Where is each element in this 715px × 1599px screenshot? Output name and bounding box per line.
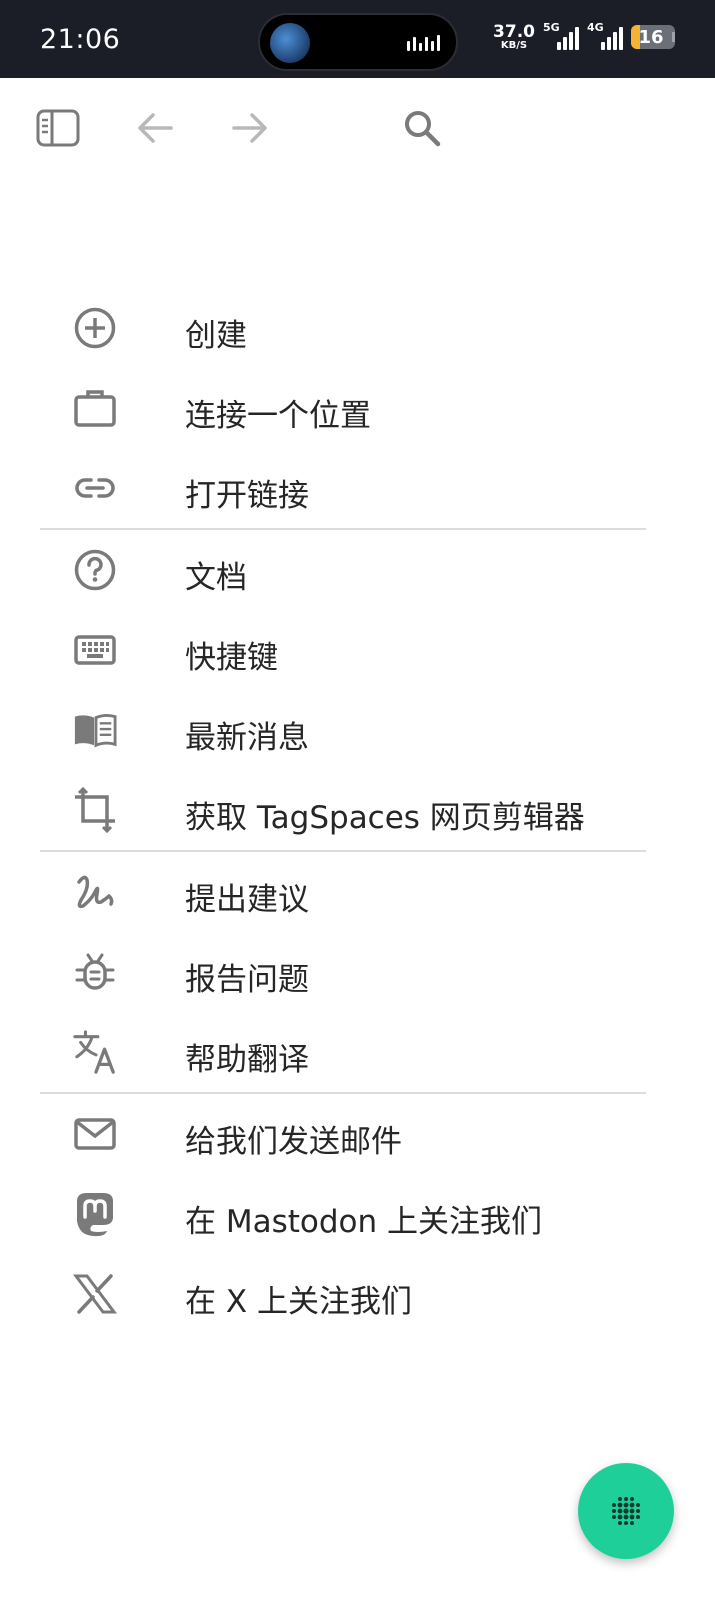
menu-item-label: 创建 xyxy=(185,318,247,354)
help-menu: 创建 连接一个位置 打开链接 文档 快捷键 最新消息 获取 TagSpaces … xyxy=(0,288,715,1334)
audio-bars-icon xyxy=(407,35,440,51)
net-speed-value: 37.0 xyxy=(493,21,535,42)
menu-item-web-clipper[interactable]: 获取 TagSpaces 网页剪辑器 xyxy=(0,770,715,850)
gesture-icon xyxy=(73,870,117,914)
dynamic-island[interactable] xyxy=(258,13,458,71)
signal-5g-icon: 5G xyxy=(543,21,579,52)
status-bar: 21:06 37.0 KB/S 5G 4G 16 xyxy=(0,0,715,78)
menu-item-connect-location[interactable]: 连接一个位置 xyxy=(0,368,715,448)
add-circle-icon xyxy=(73,306,117,350)
menu-item-label: 连接一个位置 xyxy=(185,398,371,434)
signal-4g-label: 4G xyxy=(587,21,604,34)
menu-item-report-issue[interactable]: 报告问题 xyxy=(0,932,715,1012)
floating-action-button[interactable] xyxy=(578,1463,674,1559)
bug-icon xyxy=(73,950,117,994)
menu-item-mastodon[interactable]: 在 Mastodon 上关注我们 xyxy=(0,1174,715,1254)
keyboard-icon xyxy=(73,628,117,672)
sidebar-toggle-button[interactable] xyxy=(36,106,80,150)
menu-item-label: 帮助翻译 xyxy=(185,1042,309,1078)
mail-icon xyxy=(73,1112,117,1156)
menu-item-email-us[interactable]: 给我们发送邮件 xyxy=(0,1094,715,1174)
menu-item-x[interactable]: 在 X 上关注我们 xyxy=(0,1254,715,1334)
mastodon-icon xyxy=(73,1192,117,1237)
net-speed: 37.0 KB/S xyxy=(493,21,535,51)
signal-5g-label: 5G xyxy=(543,21,560,34)
back-button[interactable] xyxy=(133,106,177,150)
menu-item-documentation[interactable]: 文档 xyxy=(0,530,715,610)
menu-item-label: 给我们发送邮件 xyxy=(185,1124,402,1160)
briefcase-icon xyxy=(73,386,117,430)
arrow-left-icon xyxy=(138,113,173,143)
battery-level: 16 xyxy=(638,27,664,48)
menu-item-label: 获取 TagSpaces 网页剪辑器 xyxy=(185,800,585,836)
status-time: 21:06 xyxy=(40,24,121,55)
menu-item-label: 报告问题 xyxy=(185,962,309,998)
signal-4g-icon: 4G xyxy=(587,21,623,52)
net-speed-unit: KB/S xyxy=(500,39,528,51)
menu-item-shortcuts[interactable]: 快捷键 xyxy=(0,610,715,690)
menu-item-whats-new[interactable]: 最新消息 xyxy=(0,690,715,770)
search-button[interactable] xyxy=(400,106,444,150)
search-icon xyxy=(405,111,441,147)
menu-item-label: 在 X 上关注我们 xyxy=(185,1284,412,1320)
link-icon xyxy=(73,466,117,510)
crop-icon xyxy=(73,787,117,833)
dots-grid-icon xyxy=(612,1497,640,1525)
menu-item-label: 提出建议 xyxy=(185,882,309,918)
menu-item-open-link[interactable]: 打开链接 xyxy=(0,448,715,528)
menu-item-label: 在 Mastodon 上关注我们 xyxy=(185,1204,543,1240)
forward-button[interactable] xyxy=(228,106,272,150)
app-thumbnail-icon xyxy=(270,23,310,63)
status-icons: 37.0 KB/S 5G 4G 16 xyxy=(493,21,675,52)
help-circle-icon xyxy=(73,548,117,592)
sidebar-toggle-icon xyxy=(36,109,80,147)
battery-icon: 16 xyxy=(631,25,675,49)
menu-item-create[interactable]: 创建 xyxy=(0,288,715,368)
translate-icon xyxy=(73,1030,117,1074)
menu-item-help-translate[interactable]: 帮助翻译 xyxy=(0,1012,715,1092)
x-logo-icon xyxy=(73,1272,117,1316)
menu-item-suggest[interactable]: 提出建议 xyxy=(0,852,715,932)
menu-item-label: 快捷键 xyxy=(185,640,278,676)
book-icon xyxy=(73,708,117,752)
menu-item-label: 文档 xyxy=(185,560,247,596)
menu-item-label: 打开链接 xyxy=(185,478,309,514)
menu-item-label: 最新消息 xyxy=(185,720,309,756)
arrow-right-icon xyxy=(232,113,267,143)
